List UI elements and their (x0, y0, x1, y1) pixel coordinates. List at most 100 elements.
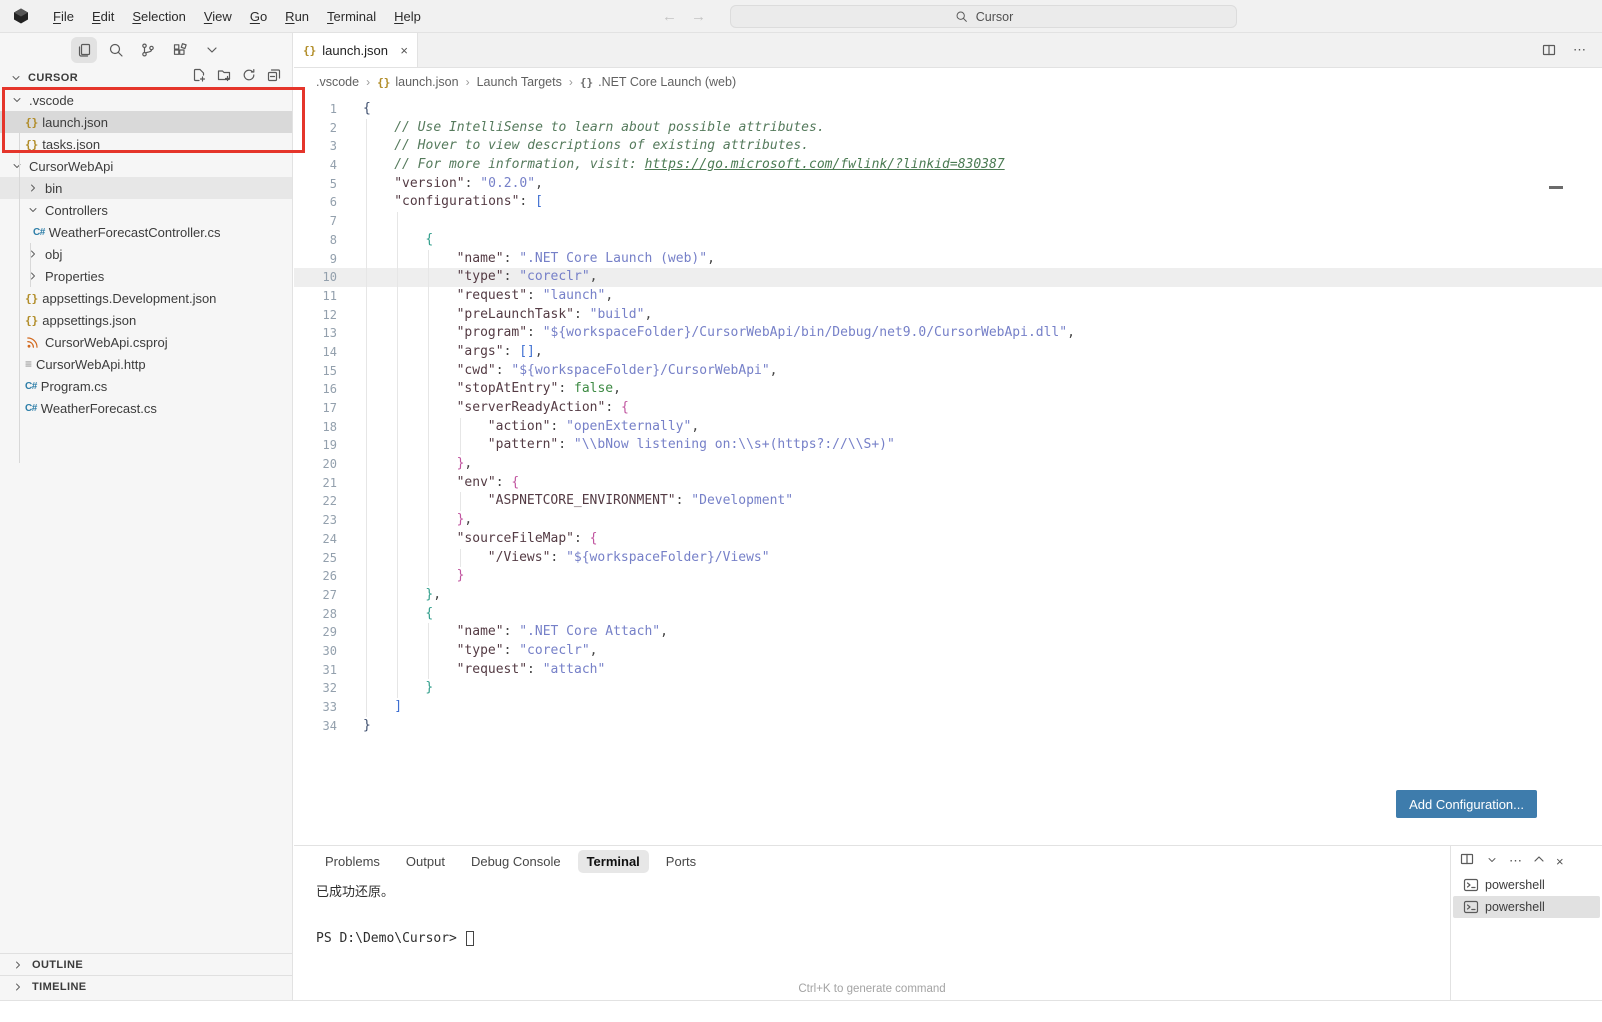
panel-tab-terminal[interactable]: Terminal (577, 849, 649, 873)
line-number[interactable]: 6 (294, 193, 337, 212)
tree-item-bin[interactable]: bin (0, 177, 292, 199)
menu-edit[interactable]: Edit (83, 9, 123, 24)
tree-item-appsettings-json[interactable]: {} appsettings.json (0, 309, 292, 331)
tree-item-weatherforecast-cs[interactable]: C# WeatherForecast.cs (0, 397, 292, 419)
command-center-search[interactable]: Cursor (730, 5, 1237, 28)
code-line-30[interactable]: 30 "type": "coreclr", (294, 641, 1602, 661)
tree-item-launch-json[interactable]: {} launch.json (0, 111, 292, 133)
code-line-18[interactable]: 18 "action": "openExternally", (294, 417, 1602, 437)
chevron-down-button[interactable] (1484, 852, 1500, 871)
line-number[interactable]: 22 (294, 492, 337, 511)
breadcrumb-launch-json[interactable]: {} launch.json (377, 75, 459, 89)
line-number[interactable]: 24 (294, 530, 337, 549)
tree-item-tasks-json[interactable]: {} tasks.json (0, 133, 292, 155)
tree-item-controllers[interactable]: Controllers (0, 199, 292, 221)
line-number[interactable]: 15 (294, 362, 337, 381)
code-line-7[interactable]: 7 (294, 212, 1602, 231)
split-terminal-button[interactable] (1459, 851, 1475, 872)
tree-item-weatherforecastcontroller-cs[interactable]: C# WeatherForecastController.cs (0, 221, 292, 243)
forward-icon[interactable]: → (691, 8, 706, 25)
line-number[interactable]: 31 (294, 661, 337, 680)
line-number[interactable]: 4 (294, 156, 337, 175)
add-configuration-button[interactable]: Add Configuration... (1396, 790, 1537, 818)
menu-selection[interactable]: Selection (123, 9, 194, 24)
code-line-19[interactable]: 19 "pattern": "\\bNow listening on:\\s+(h… (294, 436, 1602, 456)
code-editor[interactable]: 1{2// Use IntelliSense to learn about po… (294, 96, 1602, 845)
line-number[interactable]: 2 (294, 119, 337, 138)
menu-terminal[interactable]: Terminal (318, 9, 385, 24)
code-line-3[interactable]: 3 // Hover to view descriptions of existi… (294, 137, 1602, 157)
chevron-up-button[interactable] (1531, 851, 1547, 872)
line-number[interactable]: 18 (294, 418, 337, 437)
code-line-33[interactable]: 33] (294, 698, 1602, 717)
line-number[interactable]: 14 (294, 343, 337, 362)
line-number[interactable]: 16 (294, 380, 337, 399)
code-line-2[interactable]: 2 // Use IntelliSense to learn about poss… (294, 118, 1602, 138)
code-line-34[interactable]: 34} (294, 717, 1602, 736)
code-line-11[interactable]: 11 "request": "launch", (294, 286, 1602, 306)
activity-files-button[interactable] (71, 36, 97, 63)
line-number[interactable]: 30 (294, 642, 337, 661)
activity-chevron-down-button[interactable] (199, 37, 225, 63)
panel-tab-debug-console[interactable]: Debug Console (462, 850, 570, 873)
line-number[interactable]: 11 (294, 287, 337, 306)
menu-run[interactable]: Run (276, 9, 318, 24)
line-number[interactable]: 13 (294, 324, 337, 343)
code-line-22[interactable]: 22 "ASPNETCORE_ENVIRONMENT": "Development… (294, 492, 1602, 512)
code-line-17[interactable]: 17 "serverReadyAction": { (294, 399, 1602, 418)
activity-extensions-button[interactable] (167, 37, 193, 63)
more-actions-icon[interactable]: ⋯ (1573, 42, 1586, 58)
menu-help[interactable]: Help (385, 9, 430, 24)
menu-view[interactable]: View (195, 9, 241, 24)
explorer-header[interactable]: CURSOR (0, 66, 292, 89)
code-line-6[interactable]: 6 "configurations": [ (294, 193, 1602, 213)
section-outline[interactable]: OUTLINE (0, 953, 292, 975)
line-number[interactable]: 5 (294, 175, 337, 194)
panel-tab-output[interactable]: Output (397, 850, 454, 873)
refresh-button[interactable] (241, 67, 257, 88)
tree-item-appsettings-development-json[interactable]: {} appsettings.Development.json (0, 287, 292, 309)
tree-item-program-cs[interactable]: C# Program.cs (0, 375, 292, 397)
code-line-10[interactable]: 10 "type": "coreclr", (294, 268, 1602, 287)
code-line-1[interactable]: 1{ (294, 100, 1602, 119)
terminal-instance-powershell[interactable]: powershell (1453, 896, 1600, 918)
line-number[interactable]: 28 (294, 605, 337, 624)
panel-tab-ports[interactable]: Ports (657, 850, 705, 873)
line-number[interactable]: 23 (294, 511, 337, 530)
new-file-button[interactable] (191, 67, 207, 88)
line-number[interactable]: 9 (294, 250, 337, 269)
code-line-31[interactable]: 31 "request": "attach" (294, 660, 1602, 680)
code-line-8[interactable]: 8{ (294, 230, 1602, 250)
line-number[interactable]: 32 (294, 679, 337, 698)
code-line-20[interactable]: 20}, (294, 455, 1602, 474)
code-line-16[interactable]: 16 "stopAtEntry": false, (294, 380, 1602, 399)
breadcrumb-net-core-launch-web[interactable]: {} .NET Core Launch (web) (580, 75, 736, 89)
code-line-27[interactable]: 27}, (294, 585, 1602, 605)
code-line-32[interactable]: 32} (294, 679, 1602, 698)
line-number[interactable]: 19 (294, 436, 337, 455)
tree-item-cursorwebapi[interactable]: CursorWebApi (0, 155, 292, 177)
line-number[interactable]: 20 (294, 455, 337, 474)
menu-go[interactable]: Go (241, 9, 276, 24)
code-line-26[interactable]: 26} (294, 567, 1602, 586)
terminal-more-icon[interactable]: ⋯ (1509, 853, 1522, 869)
terminal-instance-powershell[interactable]: powershell (1453, 874, 1600, 896)
close-tab-icon[interactable]: × (400, 43, 408, 58)
code-line-14[interactable]: 14 "args": [], (294, 342, 1602, 362)
activity-source-control-button[interactable] (135, 37, 161, 63)
line-number[interactable]: 17 (294, 399, 337, 418)
code-line-28[interactable]: 28 { (294, 604, 1602, 624)
line-number[interactable]: 3 (294, 137, 337, 156)
tree-item-cursorwebapi-csproj[interactable]: CursorWebApi.csproj (0, 331, 292, 353)
breadcrumb-vscode[interactable]: .vscode (316, 75, 359, 89)
line-number[interactable]: 12 (294, 306, 337, 325)
tree-item-cursorwebapi-http[interactable]: ≡ CursorWebApi.http (0, 353, 292, 375)
tree-item-properties[interactable]: Properties (0, 265, 292, 287)
line-number[interactable]: 10 (294, 268, 337, 287)
tree-item-vscode[interactable]: .vscode (0, 89, 292, 111)
breadcrumb-launch-targets[interactable]: Launch Targets (477, 75, 562, 89)
line-number[interactable]: 25 (294, 549, 337, 568)
line-number[interactable]: 1 (294, 100, 337, 119)
code-line-24[interactable]: 24 "sourceFileMap": { (294, 529, 1602, 549)
line-number[interactable]: 29 (294, 623, 337, 642)
